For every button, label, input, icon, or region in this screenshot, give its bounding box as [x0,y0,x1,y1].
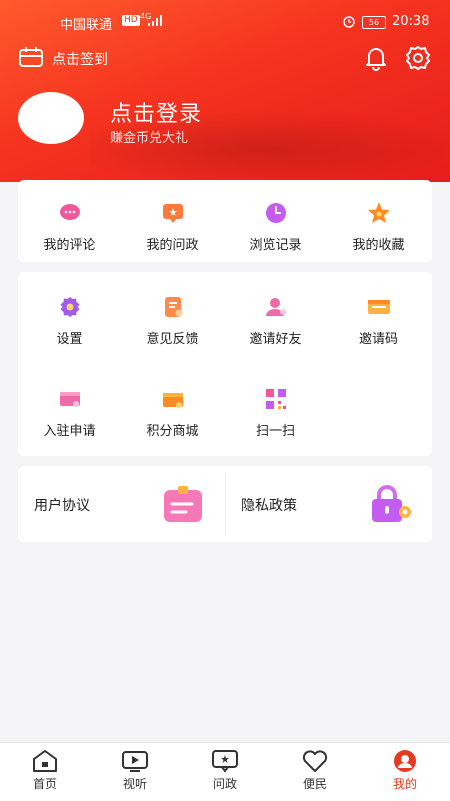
tab-inquiry-label: 问政 [212,777,237,791]
bottom-tab-bar: 首页 视听 问政 便民 我的 [0,742,450,801]
carrier-label: 中国联通 [60,18,113,33]
profile-header: 中国联通 HD 4G 56 20:38 点击签到 点击登录 赚金币兑大礼 [0,0,450,182]
points-mall-label: 积分商城 [146,424,199,439]
tab-video[interactable]: 视听 [90,749,180,792]
application-label: 入驻申请 [43,424,96,439]
star-icon [366,200,392,226]
hd-badge: HD [122,15,140,26]
tools-card: 设置 意见反馈 邀请好友 邀请码 入驻申请 积分商城 扫一扫 [18,272,432,456]
service-icon [301,749,329,773]
user-agreement-item[interactable]: 用户协议 [18,466,225,542]
top-bar: 点击签到 [0,42,450,74]
tab-profile[interactable]: 我的 [360,749,450,792]
lock-icon [367,484,415,528]
invite-friend-icon [263,294,289,320]
feedback-label: 意见反馈 [146,332,199,347]
login-title[interactable]: 点击登录 [110,96,202,128]
my-inquiries-label: 我的问政 [146,238,199,253]
invite-code-icon [366,294,392,320]
alarm-icon [342,14,356,32]
tab-service-label: 便民 [302,777,327,791]
browse-history-item[interactable]: 浏览记录 [224,200,327,253]
tab-home-label: 首页 [32,777,57,791]
agreements-card: 用户协议 隐私政策 [18,466,432,542]
qr-scan-icon [263,386,289,412]
my-comments-item[interactable]: 我的评论 [18,200,121,253]
points-mall-icon [160,386,186,412]
application-icon [57,386,83,412]
invite-friend-item[interactable]: 邀请好友 [224,294,327,347]
document-icon [162,484,204,528]
login-subtitle: 赚金币兑大礼 [110,131,189,146]
my-inquiries-item[interactable]: 我的问政 [121,200,224,253]
invite-code-item[interactable]: 邀请码 [327,294,430,347]
settings-label: 设置 [56,332,83,347]
tab-inquiry[interactable]: 问政 [180,749,270,792]
privacy-policy-label: 隐私政策 [241,498,297,514]
quick-actions-card: 我的评论 我的问政 浏览记录 我的收藏 [18,180,432,262]
inquiry-tab-icon [211,749,239,773]
calendar-icon[interactable] [18,46,44,72]
tab-service[interactable]: 便民 [270,749,360,792]
tab-video-label: 视听 [122,777,147,791]
profile-icon [391,749,419,773]
avatar[interactable] [18,92,84,144]
feedback-icon [160,294,186,320]
inquiry-icon [160,200,186,226]
tab-profile-label: 我的 [392,777,417,791]
invite-code-label: 邀请码 [358,332,398,347]
signal-icon [148,15,162,30]
privacy-policy-item[interactable]: 隐私政策 [225,466,432,542]
settings-gear-icon[interactable] [405,45,431,75]
my-comments-label: 我的评论 [43,238,96,253]
home-icon [31,749,59,773]
qr-scan-item[interactable]: 扫一扫 [224,386,327,439]
status-bar: 中国联通 HD 4G 56 20:38 [0,10,450,34]
my-favorites-item[interactable]: 我的收藏 [327,200,430,253]
comment-icon [57,200,83,226]
points-mall-item[interactable]: 积分商城 [121,386,224,439]
application-item[interactable]: 入驻申请 [18,386,121,439]
signin-button[interactable]: 点击签到 [52,49,108,69]
status-time: 20:38 [392,14,430,29]
invite-friend-label: 邀请好友 [249,332,302,347]
tab-home[interactable]: 首页 [0,749,90,792]
gear-icon [57,294,83,320]
my-favorites-label: 我的收藏 [352,238,405,253]
user-agreement-label: 用户协议 [34,498,90,514]
bell-icon[interactable] [363,45,389,75]
video-icon [121,749,149,773]
settings-item[interactable]: 设置 [18,294,121,347]
feedback-item[interactable]: 意见反馈 [121,294,224,347]
browse-history-label: 浏览记录 [249,238,302,253]
clock-icon [263,200,289,226]
battery-icon: 56 [362,16,386,29]
qr-scan-label: 扫一扫 [255,424,295,439]
